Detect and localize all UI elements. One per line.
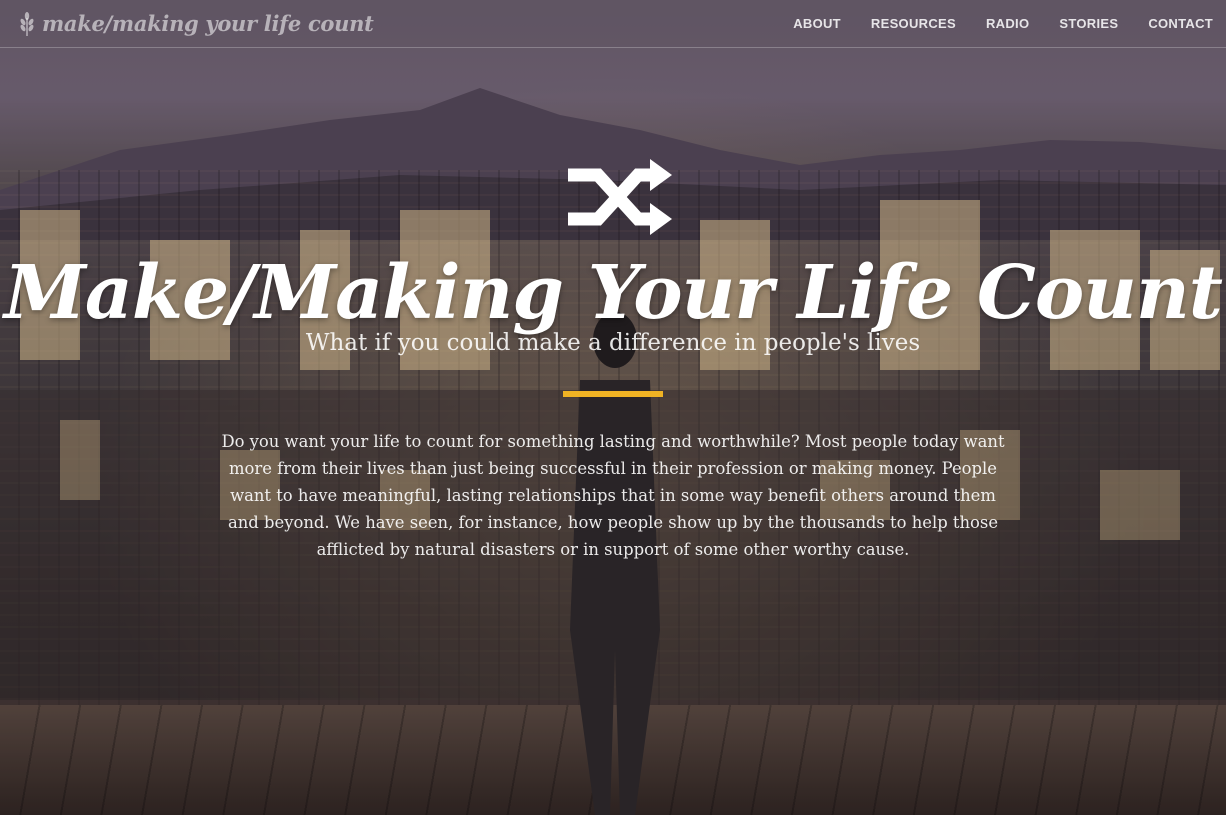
- shuffle-icon: [568, 159, 672, 235]
- nav-radio[interactable]: RADIO: [986, 16, 1029, 31]
- top-navbar: make/making your life count ABOUT RESOUR…: [0, 0, 1226, 48]
- hero-subtitle: What if you could make a difference in p…: [305, 330, 921, 356]
- background-overlay: [0, 0, 1226, 815]
- accent-divider: [563, 391, 663, 397]
- main-nav: ABOUT RESOURCES RADIO STORIES CONTACT: [763, 16, 1213, 31]
- brand-name: make/making your life count: [42, 11, 374, 36]
- nav-about[interactable]: ABOUT: [793, 16, 841, 31]
- brand[interactable]: make/making your life count: [18, 11, 374, 36]
- hero-description: Do you want your life to count for somet…: [221, 432, 1005, 559]
- nav-resources[interactable]: RESOURCES: [871, 16, 956, 31]
- nav-stories[interactable]: STORIES: [1059, 16, 1118, 31]
- nav-contact[interactable]: CONTACT: [1148, 16, 1213, 31]
- wheat-logo-icon: [20, 11, 34, 36]
